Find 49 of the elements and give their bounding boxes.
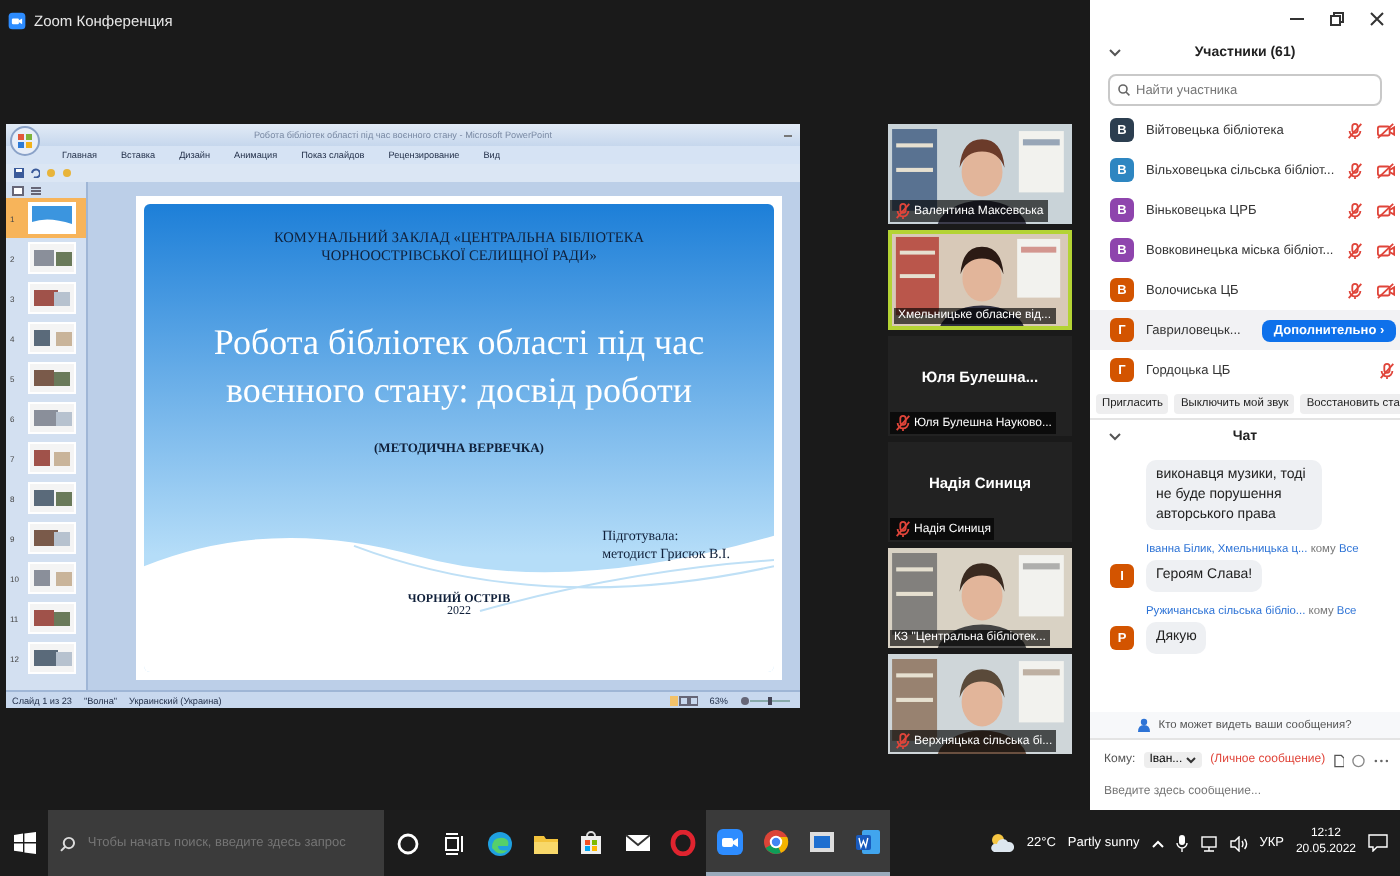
slide-thumbnail	[30, 444, 74, 472]
chevron-down-icon[interactable]	[1108, 431, 1122, 441]
document-icon	[853, 827, 881, 855]
slide-thumbnail	[30, 524, 74, 552]
browser-icon	[761, 827, 789, 855]
file-icon[interactable]	[1333, 753, 1345, 767]
video-camera-icon	[715, 827, 743, 855]
folder-icon	[531, 831, 559, 855]
search-icon	[60, 835, 76, 851]
slide-thumbnail	[30, 564, 74, 592]
close-icon[interactable]	[1370, 11, 1384, 25]
weather-icon[interactable]	[988, 832, 1015, 854]
save-icon[interactable]	[14, 168, 24, 178]
chevron-down-icon[interactable]	[1108, 47, 1122, 57]
slide-thumbnail	[30, 324, 74, 352]
slide-thumbnail	[30, 484, 74, 512]
outline-tab-icon[interactable]	[30, 185, 42, 195]
envelope-icon	[623, 832, 651, 854]
person-icon	[1138, 718, 1153, 732]
network-icon[interactable]	[1199, 835, 1218, 851]
undo-icon[interactable]	[30, 168, 40, 178]
windows-logo-icon[interactable]	[13, 832, 35, 854]
view-buttons-icon[interactable]	[669, 695, 698, 705]
emoji-icon[interactable]	[1352, 753, 1366, 767]
swirl-icon	[485, 829, 513, 857]
restore-icon[interactable]	[1330, 11, 1344, 25]
speaker-icon[interactable]	[1229, 835, 1248, 851]
window-icon	[807, 829, 835, 853]
slide-thumbnail	[30, 244, 74, 272]
slide-thumbnail	[30, 604, 74, 632]
chevron-down-icon	[1186, 756, 1197, 764]
slide-thumbnail	[30, 364, 74, 392]
more-icon[interactable]	[1373, 757, 1389, 763]
chevron-up-icon[interactable]	[1151, 839, 1164, 847]
ring-icon	[670, 830, 696, 856]
slide-thumbnail	[30, 284, 74, 312]
slide-thumbnail	[30, 204, 74, 232]
video-camera-icon	[8, 11, 26, 29]
slide-title: Робота бібліотек області під час воєнного стану: досвід роботи	[211, 320, 707, 414]
notification-icon[interactable]	[1368, 834, 1388, 852]
shopping-bag-icon	[578, 830, 604, 856]
search-icon	[1118, 84, 1130, 96]
task-view-icon	[441, 831, 465, 855]
circle-icon	[395, 831, 419, 855]
slide-thumbnail	[30, 404, 74, 432]
taskbar-app-button[interactable]	[706, 810, 752, 876]
slides-tab-icon[interactable]	[12, 185, 24, 195]
microphone-icon[interactable]	[1175, 834, 1188, 852]
slide-thumbnail	[30, 644, 74, 672]
